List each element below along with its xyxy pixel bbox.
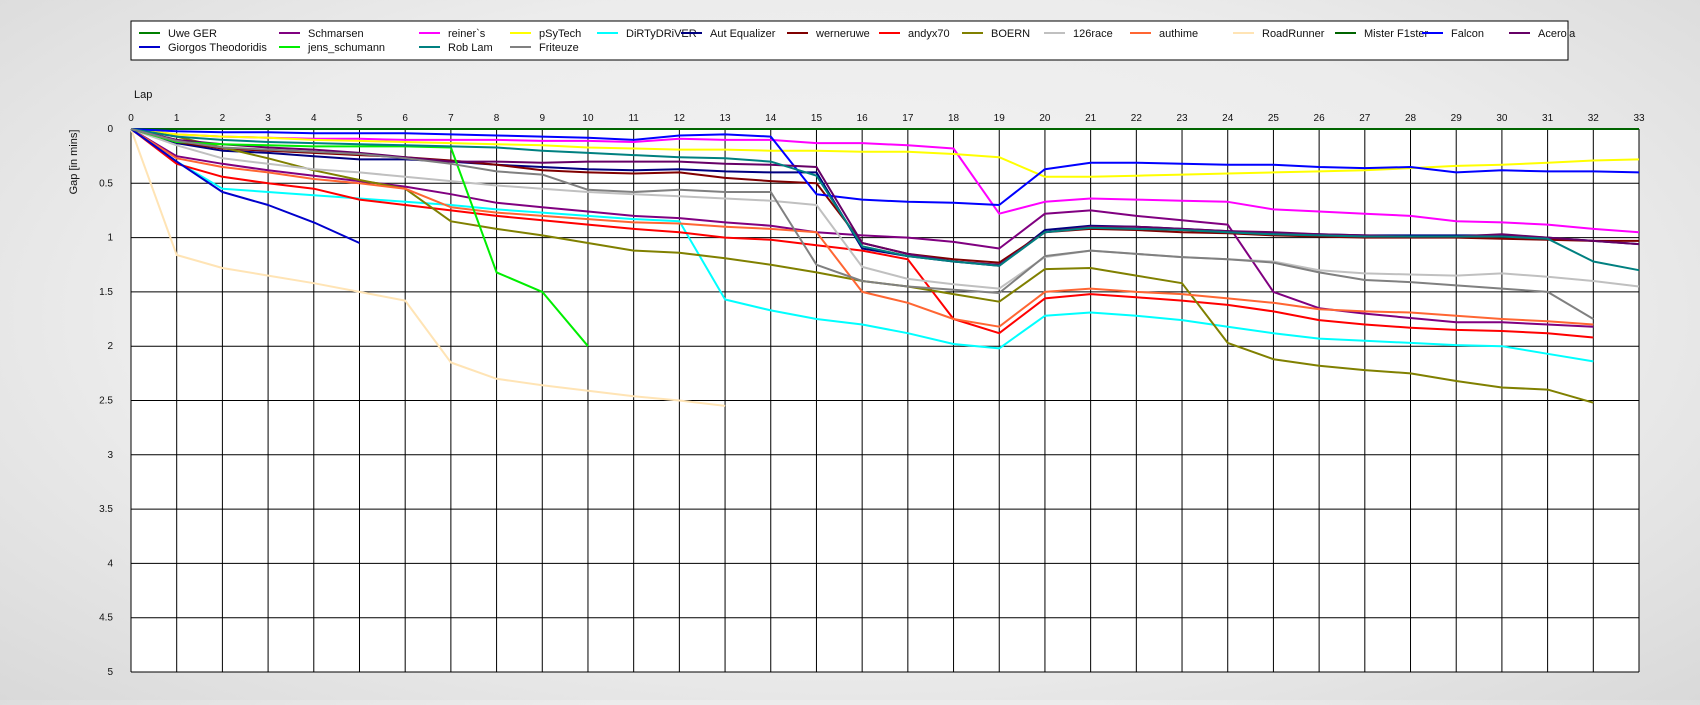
y-tick-label: 2	[107, 341, 113, 352]
x-tick-label: 16	[857, 113, 869, 124]
legend-label: werneruwe	[815, 28, 870, 40]
x-tick-label: 22	[1131, 113, 1143, 124]
y-tick-label: 5	[107, 667, 113, 678]
y-tick-label: 1.5	[99, 287, 113, 298]
x-tick-label: 6	[402, 113, 408, 124]
legend-label: Falcon	[1451, 28, 1484, 40]
legend-label: Aut Equalizer	[710, 28, 776, 40]
x-tick-label: 24	[1222, 113, 1234, 124]
x-tick-label: 2	[220, 113, 226, 124]
legend-label: BOERN	[991, 28, 1030, 40]
legend-label: authime	[1159, 28, 1198, 40]
legend-label: Friteuze	[539, 42, 579, 54]
lap-gap-chart: Uwe GER Schmarsen reiner`s pSyTech DiRTyDRiV…	[0, 0, 1700, 700]
x-tick-label: 31	[1542, 113, 1554, 124]
x-tick-label: 33	[1633, 113, 1645, 124]
x-tick-label: 17	[902, 113, 914, 124]
x-tick-label: 15	[811, 113, 823, 124]
legend-label: reiner`s	[448, 28, 486, 40]
x-tick-label: 9	[539, 113, 545, 124]
x-tick-label: 23	[1176, 113, 1188, 124]
x-tick-label: 26	[1314, 113, 1326, 124]
x-tick-label: 10	[582, 113, 594, 124]
x-tick-label: 4	[311, 113, 317, 124]
y-tick-label: 0	[107, 124, 113, 135]
y-tick-label: 2.5	[99, 396, 113, 407]
x-tick-label: 1	[174, 113, 180, 124]
x-tick-label: 5	[357, 113, 363, 124]
legend-label: Uwe GER	[168, 28, 217, 40]
legend-label: Schmarsen	[308, 28, 364, 40]
x-tick-label: 28	[1405, 113, 1417, 124]
y-tick-label: 3.5	[99, 504, 113, 515]
legend-label: Giorgos Theodoridis	[168, 42, 267, 54]
y-tick-label: 4	[107, 558, 113, 569]
x-tick-label: 25	[1268, 113, 1280, 124]
x-tick-label: 27	[1359, 113, 1371, 124]
x-tick-label: 29	[1451, 113, 1463, 124]
x-tick-label: 32	[1588, 113, 1600, 124]
x-tick-label: 0	[128, 113, 134, 124]
x-tick-label: 8	[494, 113, 500, 124]
x-tick-label: 19	[994, 113, 1006, 124]
legend-label: Acerola	[1538, 28, 1576, 40]
chart-svg: Uwe GER Schmarsen reiner`s pSyTech DiRTyDRiV…	[68, 20, 1645, 678]
y-tick-label: 0.5	[99, 178, 113, 189]
legend-label: andyx70	[908, 28, 950, 40]
x-tick-label: 18	[948, 113, 960, 124]
y-tick-label: 3	[107, 450, 113, 461]
legend-label: pSyTech	[539, 28, 581, 40]
y-axis-title: Gap [in mins]	[68, 130, 80, 195]
legend-label: Rob Lam	[448, 42, 493, 54]
legend-box	[130, 20, 1569, 61]
x-axis-title: Lap	[134, 89, 152, 101]
x-tick-label: 11	[628, 113, 639, 124]
x-tick-label: 13	[719, 113, 731, 124]
x-tick-label: 12	[674, 113, 686, 124]
legend-label: RoadRunner	[1262, 28, 1325, 40]
x-tick-label: 30	[1496, 113, 1508, 124]
x-tick-label: 14	[765, 113, 777, 124]
legend-label: jens_schumann	[307, 42, 385, 54]
y-tick-label: 1	[107, 233, 113, 244]
x-tick-label: 7	[448, 113, 454, 124]
legend-label: 126race	[1073, 28, 1113, 40]
x-tick-label: 3	[265, 113, 271, 124]
x-tick-label: 20	[1039, 113, 1051, 124]
x-tick-label: 21	[1085, 113, 1097, 124]
legend-label: Mister F1ster	[1364, 28, 1429, 40]
y-tick-label: 4.5	[99, 613, 113, 624]
